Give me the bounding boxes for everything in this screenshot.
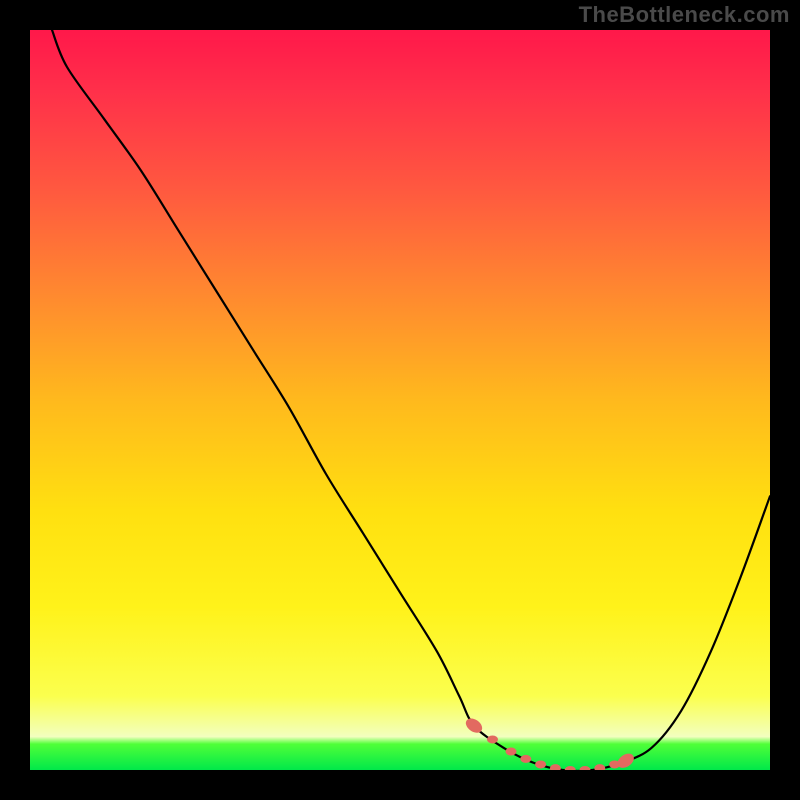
plot-area [30,30,770,770]
marker-dot-icon [506,748,517,756]
marker-end-icon [463,716,485,736]
marker-dot-icon [594,764,605,770]
marker-dot-icon [487,735,498,743]
marker-dot-icon [520,755,531,763]
marker-dot-icon [535,760,546,768]
marker-dot-icon [580,766,591,770]
optimal-range-markers [30,30,770,770]
marker-dot-icon [550,764,561,770]
chart-frame: TheBottleneck.com [0,0,800,800]
watermark-text: TheBottleneck.com [579,2,790,28]
marker-dot-icon [565,766,576,770]
